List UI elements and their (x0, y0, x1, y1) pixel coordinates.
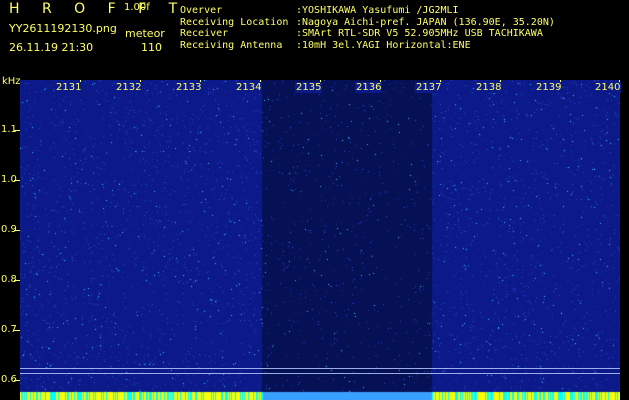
location-key: Receiving Location (180, 16, 289, 28)
spectrogram (20, 80, 620, 400)
mode-label: meteor (125, 27, 165, 40)
y-tick-mark (14, 280, 20, 281)
x-tick-label: 2137 (415, 82, 443, 93)
y-tick-mark (14, 230, 20, 231)
y-tick-mark (14, 130, 20, 131)
x-tick-label: 2140 (594, 82, 622, 93)
receiver-key: Receiver (180, 28, 229, 39)
antenna-value: :10mH 3el.YAGI Horizontal:ENE (296, 39, 471, 51)
app-brand: H R O F F T (9, 1, 187, 17)
observer-key: Overver (180, 5, 223, 16)
x-tick-label: 2131 (55, 82, 83, 93)
y-tick-mark (14, 330, 20, 331)
observer-value: :YOSHIKAWA Yasufumi /JG2MLI (296, 5, 459, 16)
y-tick-mark (14, 180, 20, 181)
app-version: 1.00f (124, 2, 150, 13)
x-tick-label: 2139 (535, 82, 563, 93)
y-axis-unit: kHz (2, 76, 21, 87)
x-tick-label: 2136 (355, 82, 383, 93)
station-info: Overver :YOSHIKAWA Yasufumi /JG2MLI Recei… (180, 5, 555, 51)
x-tick-label: 2132 (115, 82, 143, 93)
x-tick-label: 2138 (475, 82, 503, 93)
reference-line-upper (20, 368, 620, 369)
x-tick-label: 2133 (175, 82, 203, 93)
receiver-row: Receiver :SMArt RTL-SDR V5 52.905MHz USB … (180, 28, 555, 40)
file-name: YY2611192130.png (9, 22, 117, 35)
meteor-count: 110 (141, 41, 162, 54)
observer-row: Overver :YOSHIKAWA Yasufumi /JG2MLI (180, 5, 555, 17)
y-tick-mark (14, 380, 20, 381)
location-row: Receiving Location :Nagoya Aichi-pref. JA… (180, 17, 555, 29)
x-tick-label: 2135 (295, 82, 323, 93)
x-tick-label: 2134 (235, 82, 263, 93)
antenna-row: Receiving Antenna :10mH 3el.YAGI Horizont… (180, 40, 555, 52)
receiver-value: :SMArt RTL-SDR V5 52.905MHz USB TACHIKAW… (296, 28, 543, 39)
reference-line-lower (20, 373, 620, 374)
date-time: 26.11.19 21:30 (9, 41, 94, 54)
location-value: :Nagoya Aichi-pref. JAPAN (136.90E, 35.2… (296, 16, 555, 28)
antenna-key: Receiving Antenna (180, 39, 283, 51)
